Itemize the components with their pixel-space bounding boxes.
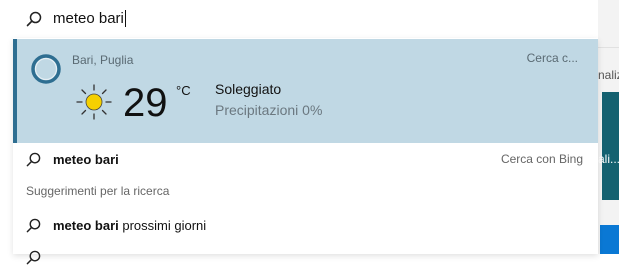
suggestions-heading: Suggerimenti per la ricerca bbox=[26, 184, 170, 198]
weather-temperature: 29 bbox=[123, 81, 168, 125]
suggestion-label: meteo bari prossimi giorni bbox=[53, 218, 206, 233]
search-bar[interactable]: meteo bari bbox=[13, 0, 598, 39]
weather-unit: °C bbox=[176, 83, 191, 98]
weather-card[interactable]: Bari, Puglia Cerca c... 29 °C Soleggiato… bbox=[13, 39, 598, 143]
background-text-top: nalizi bbox=[598, 68, 619, 82]
search-input[interactable]: meteo bari bbox=[53, 10, 126, 27]
search-results-panel: Bari, Puglia Cerca c... 29 °C Soleggiato… bbox=[13, 38, 598, 265]
weather-location: Bari, Puglia bbox=[72, 53, 134, 67]
weather-precipitation: Precipitazioni 0% bbox=[215, 102, 323, 118]
sun-icon bbox=[76, 84, 112, 120]
search-suggestion-partial[interactable] bbox=[13, 242, 598, 274]
suggestion-label: meteo bari bbox=[53, 152, 119, 167]
background-divider bbox=[598, 47, 619, 48]
search-suggestion-top[interactable]: meteo bari Cerca con Bing bbox=[13, 144, 598, 176]
background-teal-panel bbox=[602, 92, 619, 200]
search-icon bbox=[26, 11, 42, 27]
search-query-text: meteo bari bbox=[53, 10, 124, 27]
bing-logo-icon bbox=[31, 54, 61, 84]
background-teal-text: ali... bbox=[598, 152, 619, 166]
suggestion-rest: prossimi giorni bbox=[118, 218, 207, 233]
search-with-bing-label: Cerca con Bing bbox=[500, 152, 583, 166]
search-suggestion[interactable]: meteo bari prossimi giorni bbox=[13, 210, 598, 242]
background-blue-button[interactable] bbox=[600, 225, 619, 254]
text-caret bbox=[124, 10, 126, 27]
weather-condition: Soleggiato bbox=[215, 81, 282, 97]
suggestion-bold-part: meteo bari bbox=[53, 218, 119, 233]
search-icon bbox=[26, 218, 41, 233]
search-icon bbox=[26, 250, 41, 265]
weather-search-link[interactable]: Cerca c... bbox=[527, 51, 578, 65]
search-icon bbox=[26, 152, 41, 167]
